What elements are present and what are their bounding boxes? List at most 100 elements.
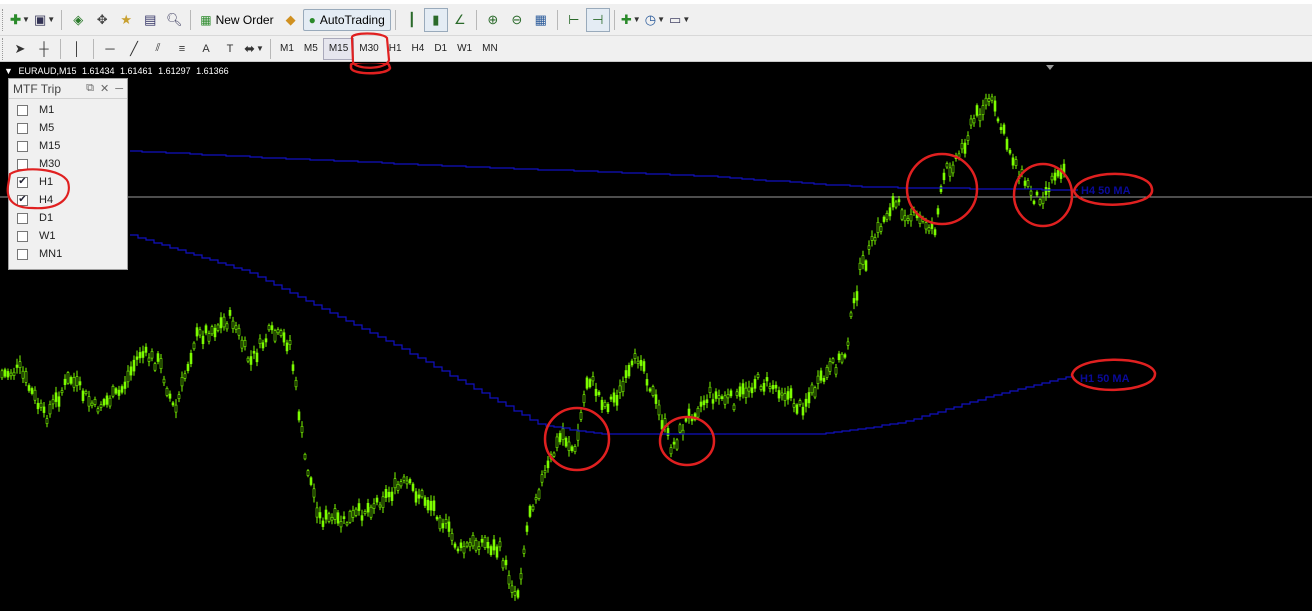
candle-body xyxy=(195,327,199,337)
tile-windows-icon[interactable]: ▦ xyxy=(529,8,553,32)
candle-body xyxy=(186,363,190,371)
candle-body xyxy=(36,402,40,410)
close-icon[interactable]: ✕ xyxy=(100,82,109,95)
timeframe-h1[interactable]: H1 xyxy=(384,38,407,60)
candle-body xyxy=(279,330,283,336)
toolbar-separator xyxy=(475,9,477,30)
candle-body xyxy=(507,575,511,585)
candle-body xyxy=(813,387,817,398)
timeframe-d1[interactable]: D1 xyxy=(429,38,452,60)
mtf-item-mn1[interactable]: MN1 xyxy=(9,245,127,263)
autotrading-button[interactable]: ● AutoTrading xyxy=(302,8,391,31)
mtf-item-d1[interactable]: D1 xyxy=(9,209,127,227)
candle-body xyxy=(1044,187,1048,195)
chart-shift-icon[interactable]: ⊢ xyxy=(562,8,586,32)
trendline-icon[interactable]: ╱ xyxy=(122,37,146,61)
mtf-item-m1[interactable]: M1 xyxy=(9,101,127,119)
line-chart-icon[interactable]: ∠ xyxy=(448,8,472,32)
timeframe-w1[interactable]: W1 xyxy=(452,38,477,60)
candle-body xyxy=(210,326,214,335)
minimize-icon[interactable]: ─ xyxy=(115,83,123,95)
templates-icon[interactable]: ▭ ▼ xyxy=(667,8,692,32)
zoom-in-icon[interactable]: ⊕ xyxy=(481,8,505,32)
arrows-icon[interactable]: ⬌ ▼ xyxy=(242,37,266,61)
checkbox[interactable] xyxy=(17,140,28,152)
fibonacci-icon[interactable]: ≡ xyxy=(170,37,194,61)
restore-icon[interactable]: ⧉ xyxy=(86,82,94,95)
strategy-tester-icon[interactable]: 🔍︎ xyxy=(162,8,186,32)
chart-close: 1.61366 xyxy=(196,66,229,76)
mtf-item-m15[interactable]: M15 xyxy=(9,137,127,155)
terminal-icon[interactable]: ▤ xyxy=(138,8,162,32)
new-chart-icon[interactable]: ✚ ▼ xyxy=(8,8,32,32)
timeframe-m30[interactable]: M30 xyxy=(354,38,383,60)
checkbox[interactable] xyxy=(17,104,28,116)
mtf-item-h4[interactable]: ✔ H4 xyxy=(9,191,127,209)
candle-body xyxy=(447,521,451,532)
mtf-item-m5[interactable]: M5 xyxy=(9,119,127,137)
checkbox[interactable] xyxy=(17,230,28,242)
candle-body xyxy=(402,476,406,481)
toolbar-grip[interactable] xyxy=(2,37,5,60)
timeframe-m5[interactable]: M5 xyxy=(299,38,323,60)
mtf-item-w1[interactable]: W1 xyxy=(9,227,127,245)
vertical-line-icon[interactable]: │ xyxy=(65,37,89,61)
toolbar-separator xyxy=(556,9,558,30)
autoscroll-icon[interactable]: ⊣ xyxy=(585,7,610,32)
new-order-button[interactable]: ▦ New Order xyxy=(195,8,278,32)
candle-body xyxy=(960,143,964,150)
timeframe-m15[interactable]: M15 xyxy=(322,37,355,60)
mtf-item-m30[interactable]: M30 xyxy=(9,155,127,173)
crosshair-icon[interactable]: ┼ xyxy=(32,37,56,61)
bar-chart-icon[interactable]: ┃ xyxy=(400,8,424,32)
h4-ma-line xyxy=(130,150,1078,191)
candle-body xyxy=(966,135,970,141)
timeframe-mn[interactable]: MN xyxy=(477,38,503,60)
checkbox[interactable]: ✔ xyxy=(17,194,28,206)
chart-open: 1.61434 xyxy=(81,66,115,76)
candle-body xyxy=(81,390,85,401)
candle-body xyxy=(747,386,751,392)
annotations-group xyxy=(349,63,1157,472)
text-icon[interactable]: A xyxy=(194,37,218,61)
candle-body xyxy=(480,538,484,543)
candle-body xyxy=(456,548,460,552)
timeframe-h4[interactable]: H4 xyxy=(407,38,430,60)
data-window-icon[interactable]: ✥ xyxy=(90,8,114,32)
candle-body xyxy=(876,222,880,234)
toolbar-separator xyxy=(190,9,192,30)
candle-body xyxy=(795,404,799,414)
chart-menu-icon[interactable]: ▼ xyxy=(4,66,13,76)
profiles-icon[interactable]: ▣ ▼ xyxy=(32,8,57,32)
checkbox[interactable] xyxy=(17,248,28,260)
candlestick-icon[interactable]: ▮ xyxy=(423,7,448,32)
equidistant-channel-icon[interactable]: ⫽ xyxy=(146,37,170,61)
candle-body xyxy=(888,207,892,217)
checkbox[interactable] xyxy=(17,122,28,134)
mtf-item-h1[interactable]: ✔ H1 xyxy=(9,173,127,191)
indicators-icon[interactable]: ✚ ▼ xyxy=(619,8,643,32)
navigator-icon[interactable]: ★ xyxy=(114,8,138,32)
text-label-icon[interactable]: T xyxy=(218,37,242,61)
candle-body xyxy=(60,390,64,394)
metaeditor-icon[interactable]: ◆ xyxy=(279,8,303,32)
candle-body xyxy=(246,357,250,362)
zoom-out-icon[interactable]: ⊖ xyxy=(505,8,529,32)
candle-body xyxy=(720,396,724,400)
candle-body xyxy=(231,320,235,329)
checkbox[interactable]: ✔ xyxy=(17,176,28,188)
horizontal-line-icon[interactable]: ─ xyxy=(98,37,122,61)
cursor-icon[interactable]: ➤ xyxy=(8,37,32,61)
price-chart[interactable]: ▼ EURAUD,M15 1.61434 1.61461 1.61297 1.6… xyxy=(0,63,1312,611)
checkbox[interactable] xyxy=(17,212,28,224)
market-watch-icon[interactable]: ◈ xyxy=(66,8,90,32)
candle-body xyxy=(609,396,613,400)
timeframe-m1[interactable]: M1 xyxy=(275,38,299,60)
periods-icon[interactable]: ◷ ▼ xyxy=(643,8,667,32)
toolbar-grip[interactable] xyxy=(2,8,5,31)
mtf-panel-header[interactable]: MTF Trip ⧉ ✕ ─ xyxy=(9,79,127,99)
checkbox[interactable] xyxy=(17,158,28,170)
candle-body xyxy=(768,386,772,389)
chart-canvas[interactable] xyxy=(0,63,1312,611)
candle-body xyxy=(300,426,304,433)
